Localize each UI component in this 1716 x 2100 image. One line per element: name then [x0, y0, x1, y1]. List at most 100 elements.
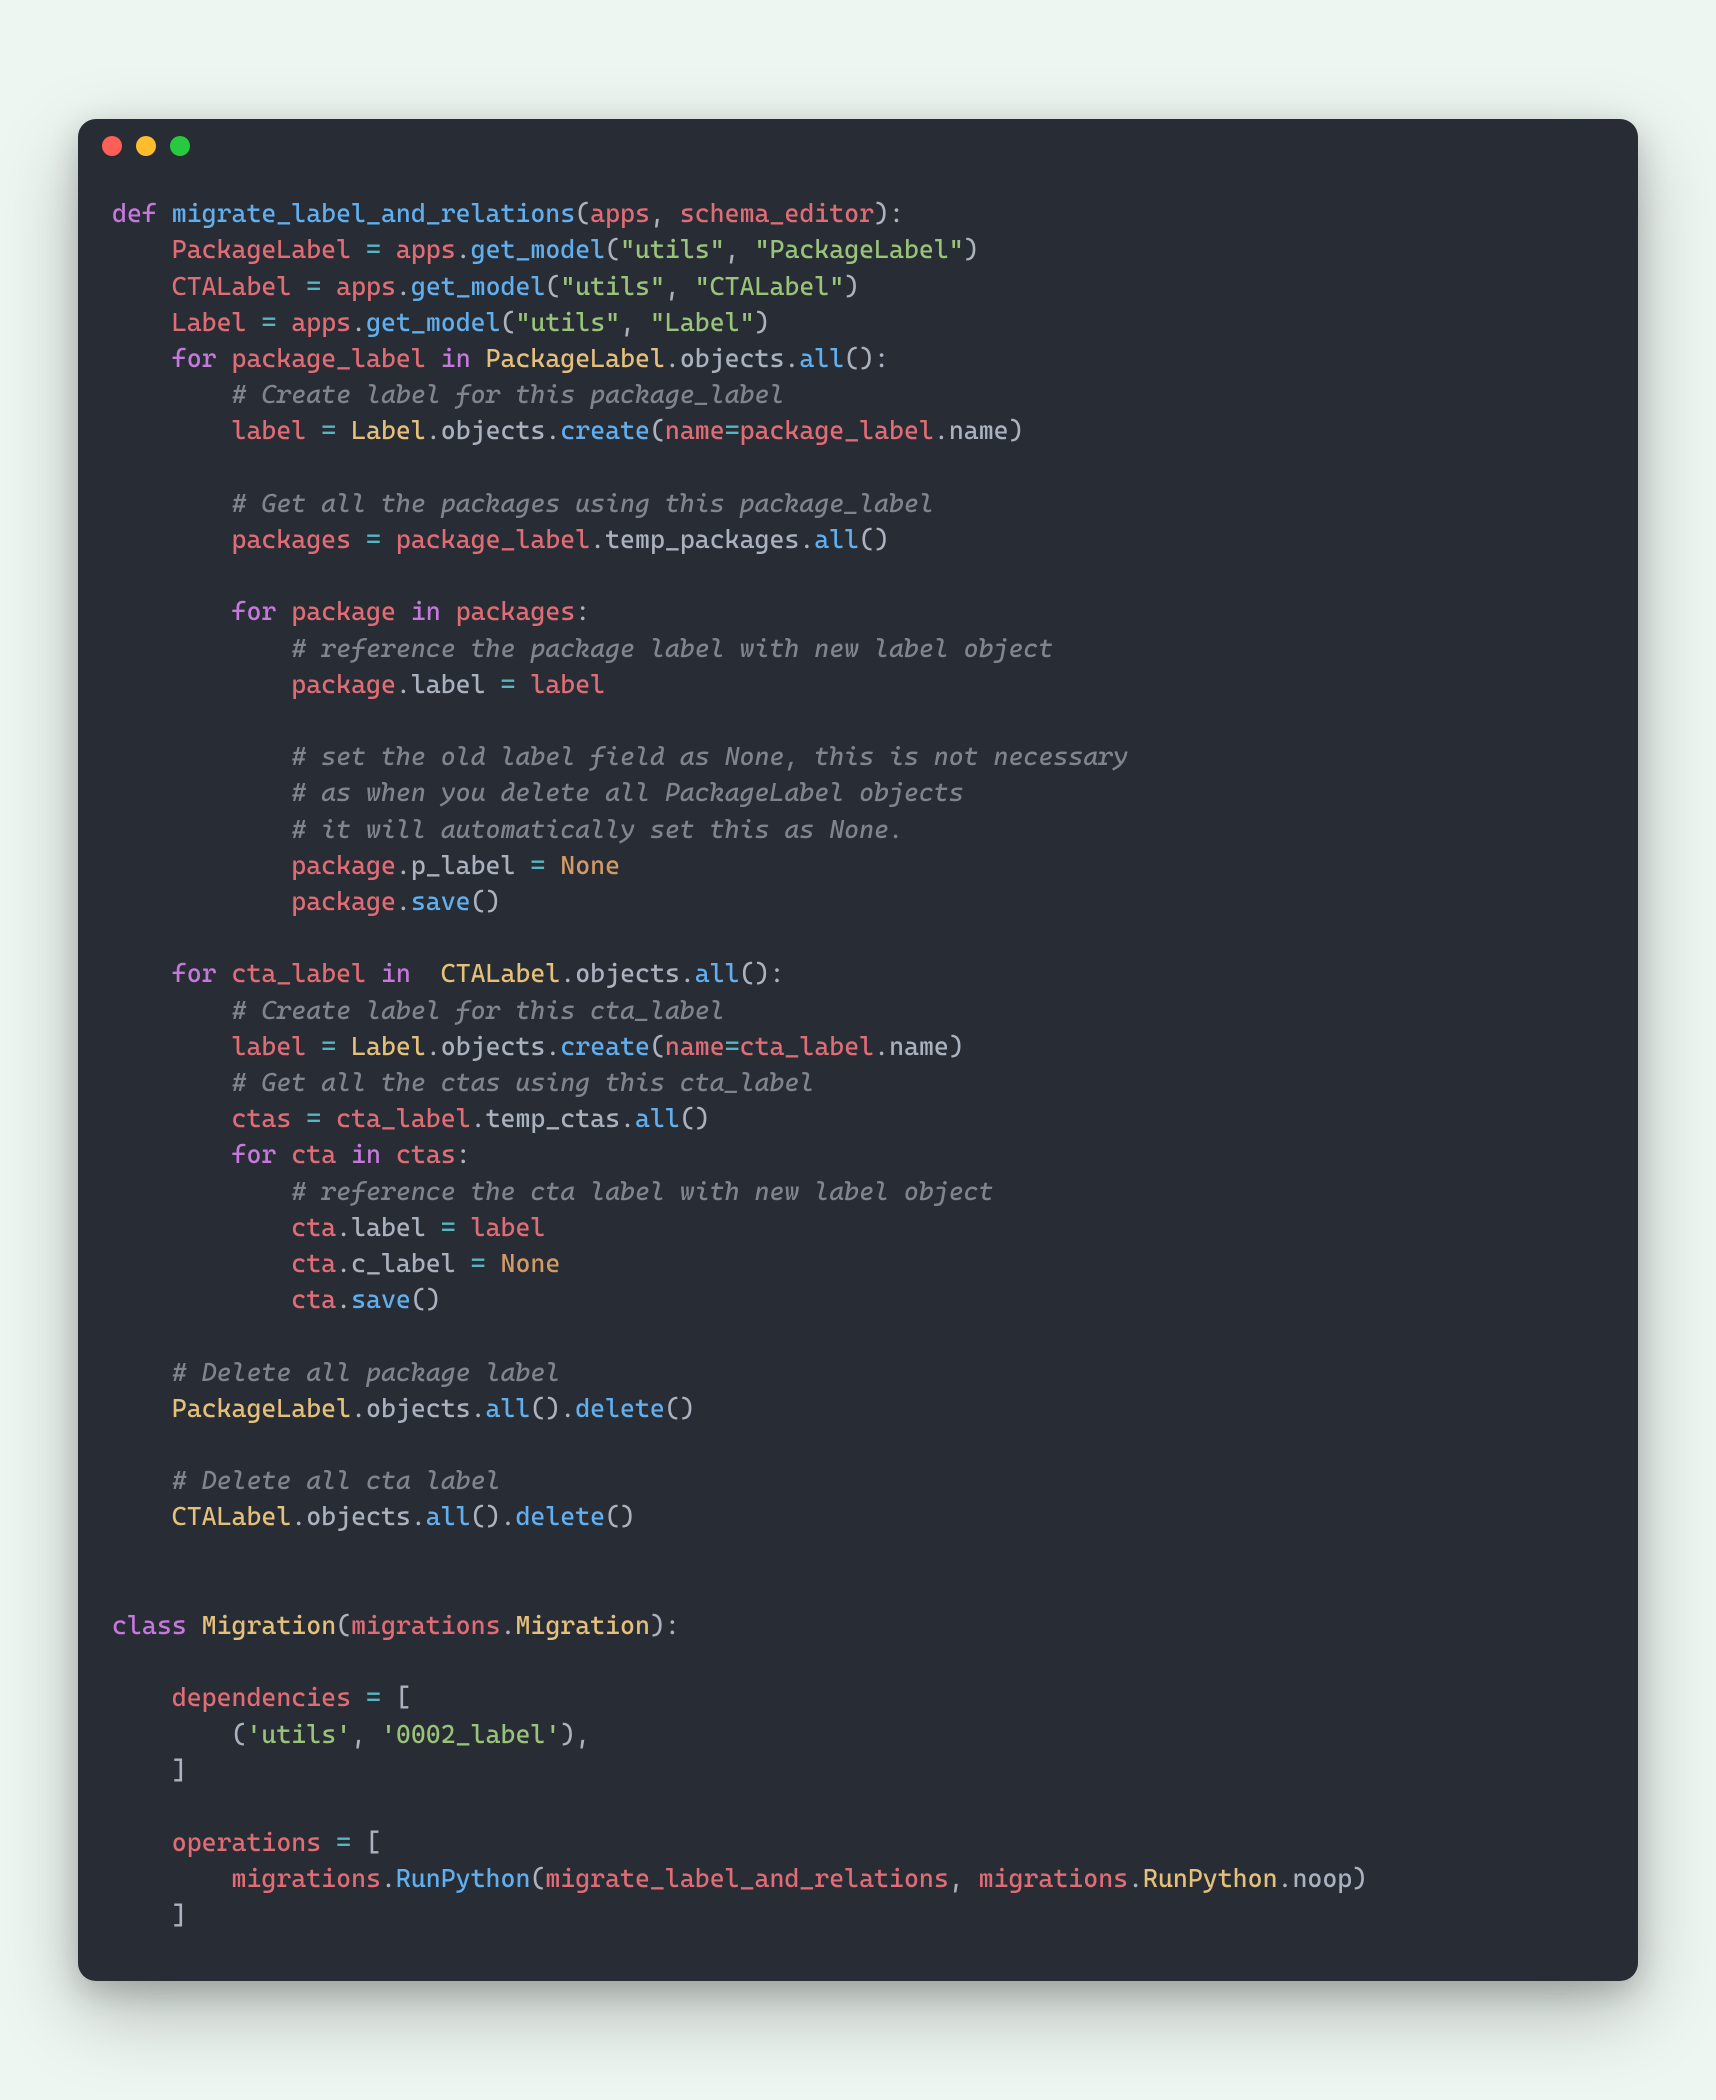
code-token: all: [814, 524, 859, 554]
code-token: (: [575, 198, 590, 228]
code-line: for cta_label in CTALabel.objects.all():: [112, 955, 1604, 991]
code-token: in: [381, 958, 411, 988]
code-token: "utils": [620, 234, 725, 264]
code-token: =: [530, 850, 545, 880]
code-token: =: [471, 1248, 486, 1278]
code-token: package_label: [740, 415, 934, 445]
code-token: # Create label for this package_label: [232, 379, 785, 409]
code-token: # Delete all cta label: [172, 1465, 501, 1495]
code-token: [112, 850, 291, 880]
code-token: in: [411, 596, 441, 626]
code-token: # Get all the ctas using this cta_label: [232, 1067, 815, 1097]
code-token: .: [381, 1863, 396, 1893]
code-token: [112, 1031, 232, 1061]
code-token: [112, 307, 172, 337]
code-token: package: [291, 850, 396, 880]
code-token: [112, 1139, 232, 1169]
code-token: [112, 488, 232, 518]
code-line: # reference the package label with new l…: [112, 630, 1604, 666]
code-line: for package_label in PackageLabel.object…: [112, 340, 1604, 376]
code-line: [112, 1426, 1604, 1462]
code-token: get_model: [366, 307, 500, 337]
code-token: ,: [351, 1719, 381, 1749]
code-token: (): [605, 1501, 635, 1531]
code-token: apps: [291, 307, 351, 337]
code-token: ): [844, 271, 859, 301]
code-line: migrations.RunPython(migrate_label_and_r…: [112, 1860, 1604, 1896]
code-token: .: [396, 886, 411, 916]
code-token: =: [336, 1827, 351, 1857]
code-token: create: [560, 1031, 650, 1061]
code-line: cta.c_label = None: [112, 1245, 1604, 1281]
code-token: [381, 1139, 396, 1169]
code-token: ): [755, 307, 770, 337]
code-line: ]: [112, 1752, 1604, 1788]
code-token: label: [530, 669, 605, 699]
code-token: CTALabel: [172, 271, 292, 301]
code-line: CTALabel.objects.all().delete(): [112, 1498, 1604, 1534]
code-token: [112, 1176, 291, 1206]
code-token: .objects.: [426, 415, 560, 445]
code-token: migrations: [232, 1863, 381, 1893]
code-token: [486, 1248, 501, 1278]
code-token: operations: [172, 1827, 321, 1857]
code-token: ,: [620, 307, 650, 337]
code-token: Label: [172, 307, 247, 337]
close-icon[interactable]: [102, 136, 122, 156]
code-token: apps: [396, 234, 456, 264]
code-token: migrate_label_and_relations: [545, 1863, 948, 1893]
code-token: # Create label for this cta_label: [232, 995, 725, 1025]
code-token: (): [859, 524, 889, 554]
code-token: # Get all the packages using this packag…: [232, 488, 934, 518]
page-stage: def migrate_label_and_relations(apps, sc…: [0, 0, 1716, 2100]
code-token: [336, 1139, 351, 1169]
code-line: [112, 1788, 1604, 1824]
code-token: [515, 669, 530, 699]
code-token: =: [366, 524, 381, 554]
code-token: ctas: [396, 1139, 456, 1169]
code-line: operations = [: [112, 1824, 1604, 1860]
code-line: package.p_label = None: [112, 847, 1604, 883]
code-token: =: [441, 1212, 456, 1242]
code-token: all: [486, 1393, 531, 1423]
code-line: dependencies = [: [112, 1679, 1604, 1715]
code-line: package.save(): [112, 883, 1604, 919]
code-token: package: [291, 886, 396, 916]
code-token: [381, 524, 396, 554]
code-token: [426, 343, 441, 373]
code-token: ,: [725, 234, 755, 264]
code-token: [411, 958, 441, 988]
code-token: [112, 379, 232, 409]
code-token: .: [351, 307, 366, 337]
code-token: RunPython: [396, 1863, 530, 1893]
code-token: ,: [949, 1863, 979, 1893]
code-block: def migrate_label_and_relations(apps, sc…: [78, 173, 1638, 1981]
code-token: .objects.: [560, 958, 694, 988]
code-token: [112, 596, 232, 626]
code-token: all: [426, 1501, 471, 1531]
code-token: .: [456, 234, 471, 264]
code-line: PackageLabel.objects.all().delete(): [112, 1390, 1604, 1426]
code-token: None: [560, 850, 620, 880]
code-line: # as when you delete all PackageLabel ob…: [112, 774, 1604, 810]
code-token: class: [112, 1610, 202, 1640]
code-token: [112, 1248, 291, 1278]
code-token: # it will automatically set this as None…: [291, 814, 904, 844]
code-token: # reference the cta label with new label…: [291, 1176, 993, 1206]
code-token: get_model: [471, 234, 605, 264]
code-token: Label: [351, 1031, 426, 1061]
code-token: all: [799, 343, 844, 373]
zoom-icon[interactable]: [170, 136, 190, 156]
code-line: label = Label.objects.create(name=packag…: [112, 412, 1604, 448]
code-token: [112, 343, 172, 373]
code-token: [321, 1827, 336, 1857]
code-token: None: [501, 1248, 561, 1278]
code-token: [112, 1501, 172, 1531]
minimize-icon[interactable]: [136, 136, 156, 156]
code-token: [: [381, 1682, 411, 1712]
code-line: package.label = label: [112, 666, 1604, 702]
code-token: [112, 814, 291, 844]
code-token: =: [366, 1682, 381, 1712]
code-token: [112, 886, 291, 916]
code-token: [112, 415, 232, 445]
